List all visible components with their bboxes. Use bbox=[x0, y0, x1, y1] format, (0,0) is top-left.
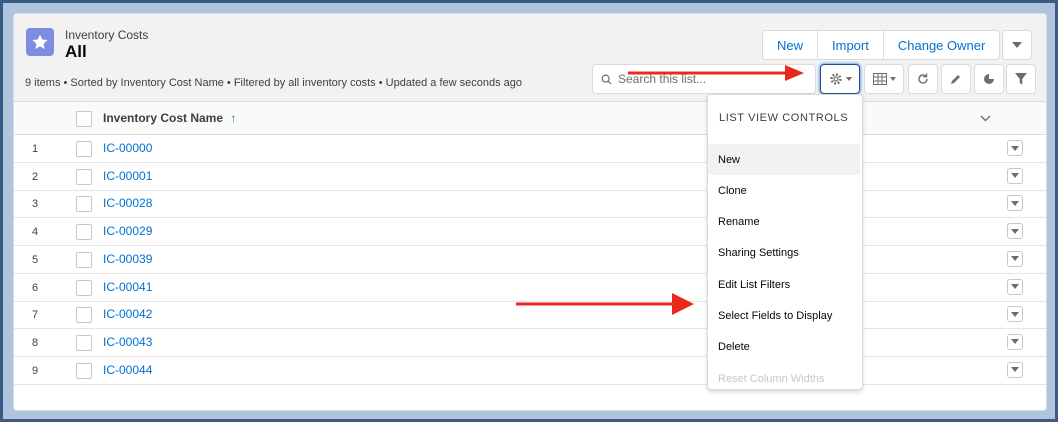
table-row: 5 IC-00039 bbox=[14, 246, 1046, 274]
table-row: 8 IC-00043 bbox=[14, 329, 1046, 357]
row-action-button[interactable] bbox=[1007, 140, 1023, 156]
refresh-icon bbox=[918, 73, 928, 84]
chevron-down-icon bbox=[1011, 367, 1019, 373]
chevron-down-icon bbox=[845, 77, 852, 81]
table-row: 1 IC-00000 bbox=[14, 135, 1046, 163]
column-header-label: Inventory Cost Name bbox=[103, 111, 224, 125]
list-header: Inventory Costs All 9 items • Sorted by … bbox=[14, 14, 1046, 102]
record-link[interactable]: IC-00039 bbox=[103, 252, 152, 266]
table-row: 4 IC-00029 bbox=[14, 218, 1046, 247]
menu-item-select-fields-to-display[interactable]: Select Fields to Display bbox=[708, 301, 860, 332]
table-row: 2 IC-00001 bbox=[14, 163, 1046, 191]
list-view-card: Inventory Costs All 9 items • Sorted by … bbox=[13, 13, 1047, 411]
menu-item-new[interactable]: New bbox=[708, 144, 860, 175]
row-action-button[interactable] bbox=[1007, 195, 1023, 212]
table-row: 3 IC-00028 bbox=[14, 190, 1046, 219]
row-checkbox[interactable] bbox=[76, 141, 92, 157]
screenshot-frame: Inventory Costs All 9 items • Sorted by … bbox=[3, 3, 1055, 419]
row-number: 5 bbox=[32, 253, 39, 266]
row-number: 1 bbox=[32, 143, 39, 155]
row-number: 9 bbox=[32, 364, 39, 377]
menu-item-rename[interactable]: Rename bbox=[708, 207, 860, 238]
chevron-down-icon bbox=[1011, 145, 1019, 151]
chevron-down-icon bbox=[1011, 311, 1019, 317]
row-action-button[interactable] bbox=[1007, 361, 1023, 378]
refresh-button[interactable] bbox=[908, 64, 938, 94]
record-link[interactable]: IC-00042 bbox=[103, 307, 152, 321]
record-link[interactable]: IC-00000 bbox=[103, 141, 152, 155]
list-view-controls-button[interactable] bbox=[820, 64, 860, 94]
row-action-button[interactable] bbox=[1007, 333, 1023, 350]
row-number: 2 bbox=[32, 170, 39, 183]
row-checkbox[interactable] bbox=[76, 362, 92, 379]
edit-button[interactable] bbox=[941, 64, 971, 94]
object-label: Inventory Costs bbox=[65, 28, 149, 42]
menu-item-delete[interactable]: Delete bbox=[708, 332, 860, 363]
column-header-name[interactable]: Inventory Cost Name ↑ bbox=[103, 111, 236, 125]
record-link[interactable]: IC-00029 bbox=[103, 224, 152, 238]
row-checkbox[interactable] bbox=[76, 279, 92, 296]
row-action-button[interactable] bbox=[1007, 250, 1023, 267]
row-number: 8 bbox=[32, 336, 39, 349]
row-number: 7 bbox=[32, 309, 39, 322]
display-as-button[interactable] bbox=[864, 64, 904, 94]
row-checkbox[interactable] bbox=[76, 224, 92, 241]
more-actions-button[interactable] bbox=[1002, 30, 1032, 60]
table-row: 9 IC-00044 bbox=[14, 357, 1046, 385]
row-checkbox[interactable] bbox=[76, 168, 92, 185]
arrow-up-icon: ↑ bbox=[230, 111, 237, 125]
record-link[interactable]: IC-00041 bbox=[103, 280, 152, 294]
menu-item-edit-list-filters[interactable]: Edit List Filters bbox=[708, 269, 860, 300]
chevron-down-icon bbox=[1011, 256, 1019, 262]
chevron-down-icon bbox=[1011, 173, 1019, 179]
record-link[interactable]: IC-00044 bbox=[103, 363, 152, 377]
menu-header: LIST VIEW CONTROLS bbox=[719, 112, 849, 124]
record-link[interactable]: IC-00001 bbox=[103, 169, 152, 183]
list-view-name[interactable]: All bbox=[65, 42, 87, 62]
row-number: 6 bbox=[32, 281, 39, 294]
filters-button[interactable] bbox=[1006, 64, 1036, 94]
header-button-group: New Import Change Owner bbox=[762, 30, 1001, 60]
charts-button[interactable] bbox=[974, 64, 1004, 94]
pie-chart-icon bbox=[984, 73, 995, 84]
list-view-controls-menu: LIST VIEW CONTROLS New Clone Rename Sharing… bbox=[707, 94, 863, 390]
row-action-button[interactable] bbox=[1007, 306, 1023, 323]
table-header: Inventory Cost Name ↑ bbox=[14, 102, 1046, 135]
list-info-text: 9 items • Sorted by Inventory Cost Name … bbox=[25, 77, 523, 89]
pencil-icon bbox=[951, 75, 960, 84]
filter-icon bbox=[1015, 73, 1027, 85]
table-icon bbox=[872, 73, 887, 85]
star-icon bbox=[26, 28, 54, 56]
row-checkbox[interactable] bbox=[76, 307, 92, 324]
chevron-down-icon bbox=[1011, 228, 1019, 234]
search-icon bbox=[601, 74, 612, 85]
annotation-arrow-gear bbox=[628, 65, 804, 81]
record-link[interactable]: IC-00028 bbox=[103, 196, 152, 210]
row-action-button[interactable] bbox=[1007, 167, 1023, 184]
annotation-arrow-select-fields bbox=[516, 293, 694, 315]
change-owner-button[interactable]: Change Owner bbox=[882, 30, 1001, 60]
row-checkbox[interactable] bbox=[76, 251, 92, 268]
chevron-down-icon bbox=[889, 77, 896, 81]
new-button[interactable]: New bbox=[762, 30, 819, 60]
chevron-down-icon bbox=[1011, 284, 1019, 289]
row-checkbox[interactable] bbox=[76, 334, 92, 351]
row-number: 3 bbox=[32, 198, 39, 211]
menu-item-reset-column-widths: Reset Column Widths bbox=[718, 372, 825, 385]
menu-item-clone[interactable]: Clone bbox=[708, 175, 860, 206]
row-number: 4 bbox=[32, 226, 39, 239]
chevron-down-icon bbox=[1012, 42, 1022, 48]
gear-icon bbox=[829, 73, 842, 85]
row-action-button[interactable] bbox=[1007, 223, 1023, 240]
chevron-down-icon[interactable] bbox=[980, 115, 991, 122]
import-button[interactable]: Import bbox=[817, 30, 884, 60]
row-checkbox[interactable] bbox=[76, 196, 92, 213]
select-all-checkbox[interactable] bbox=[76, 111, 92, 127]
record-link[interactable]: IC-00043 bbox=[103, 335, 152, 349]
chevron-down-icon bbox=[1011, 339, 1019, 345]
chevron-down-icon bbox=[1011, 200, 1019, 206]
menu-item-sharing-settings[interactable]: Sharing Settings bbox=[708, 238, 860, 269]
row-action-button[interactable] bbox=[1007, 278, 1023, 295]
